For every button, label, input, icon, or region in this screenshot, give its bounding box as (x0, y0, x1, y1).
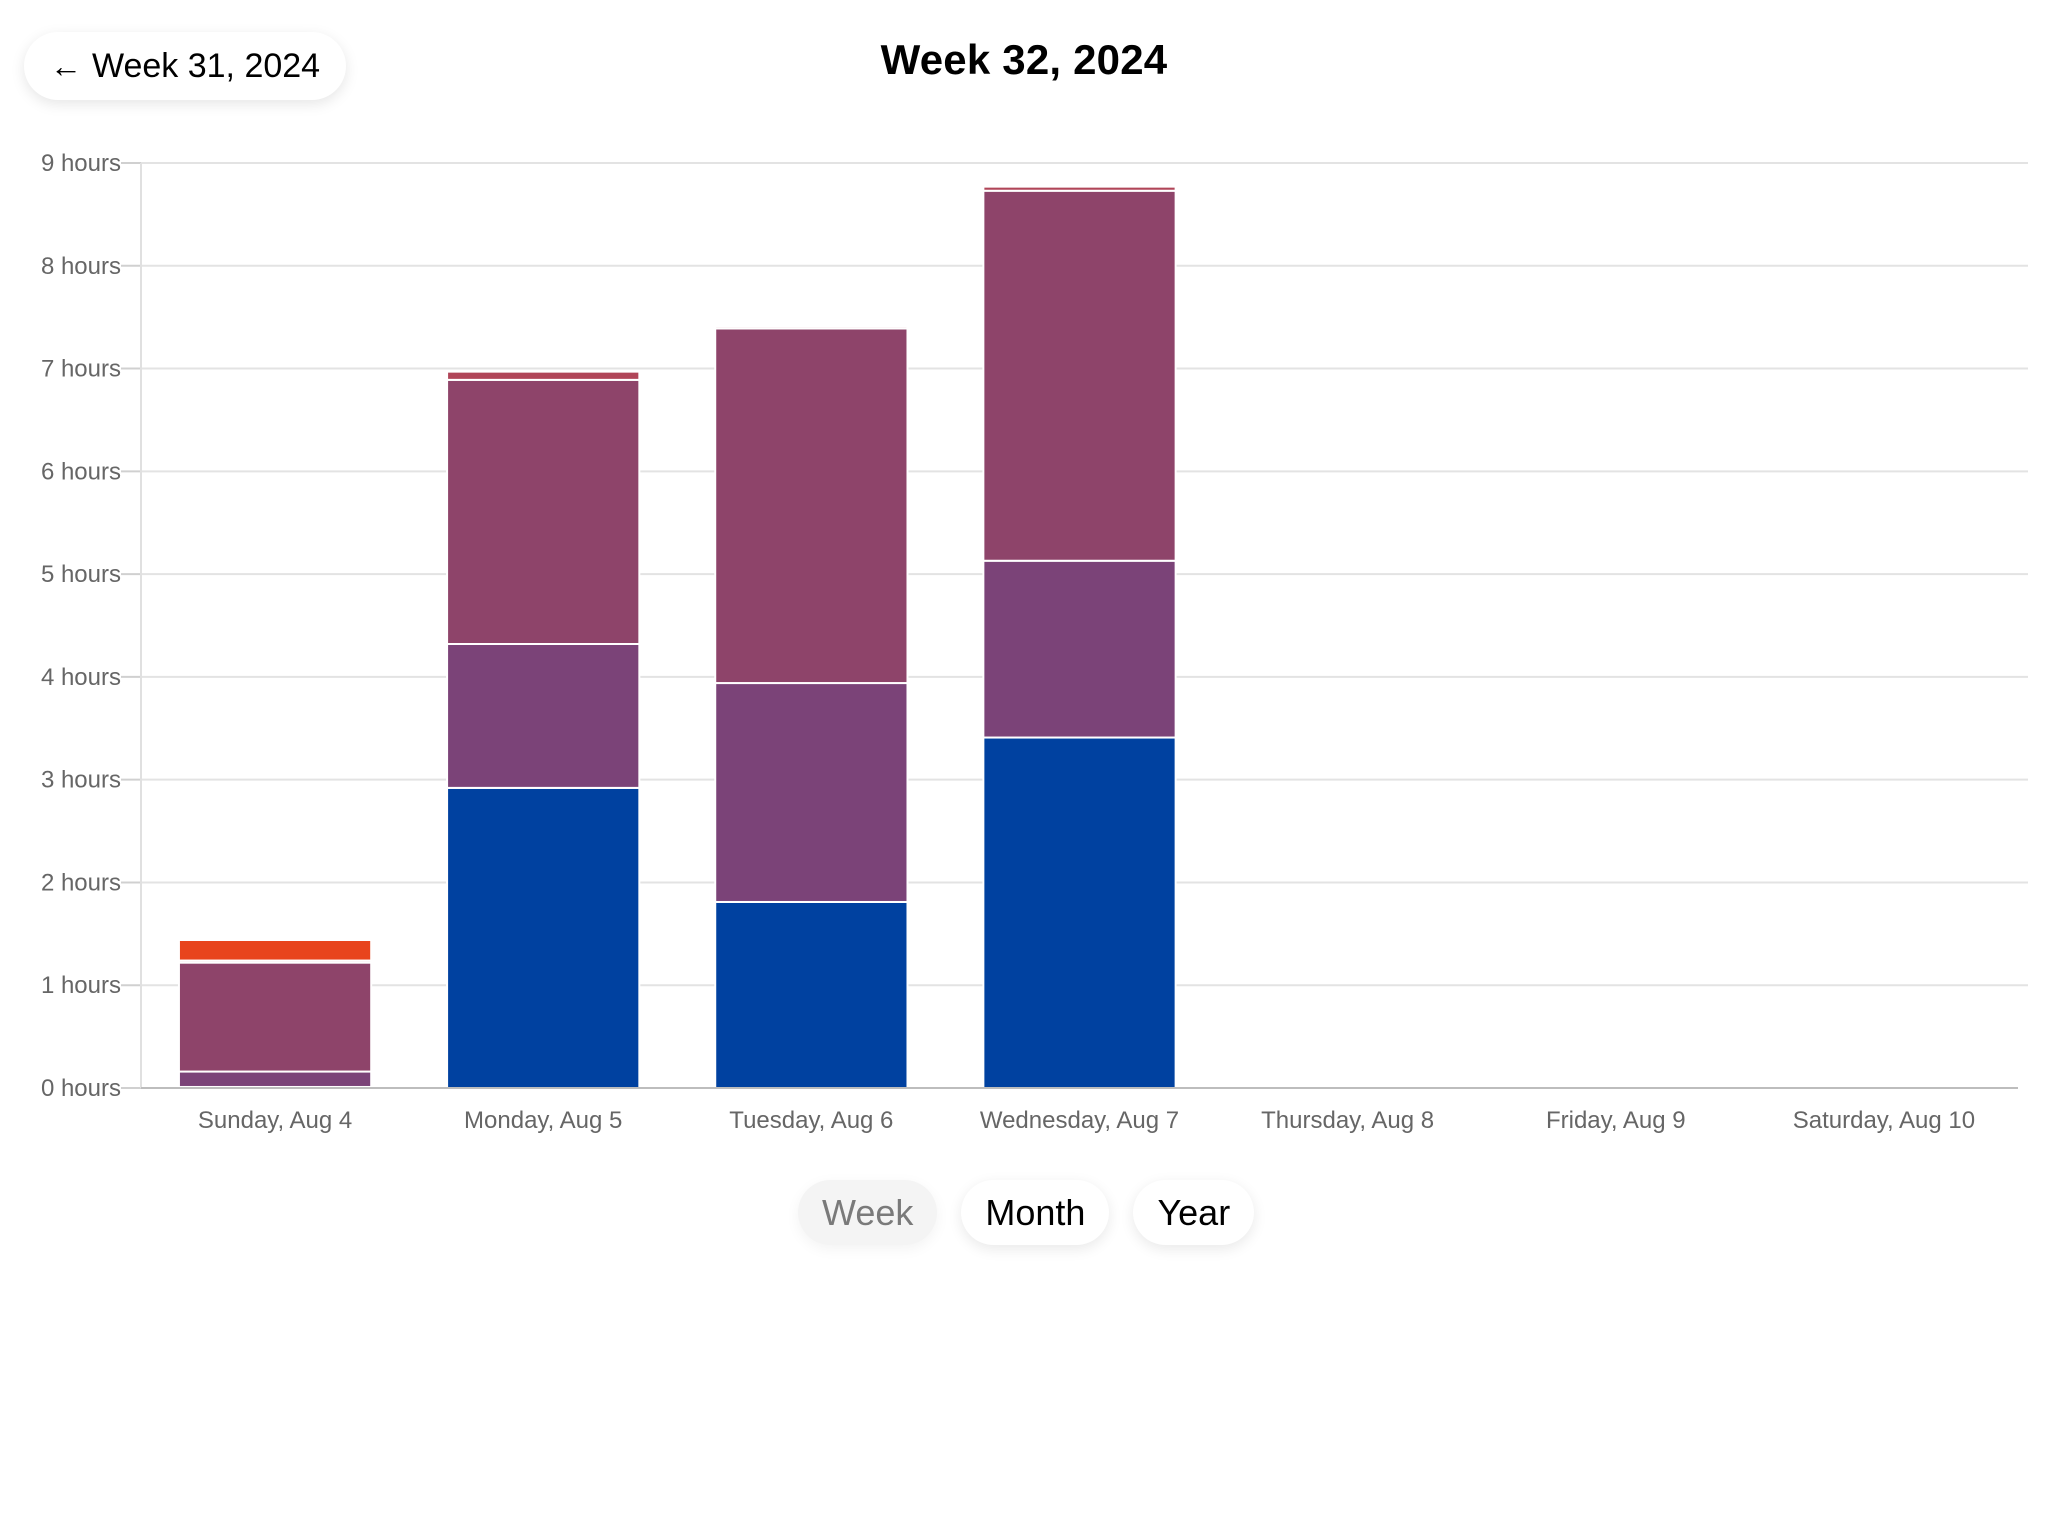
bar-segment-series-5[interactable] (177, 939, 373, 962)
y-tick-label: 3 hours (41, 767, 121, 794)
bar-segment-series-3[interactable] (982, 189, 1177, 562)
x-tick-label: Sunday, Aug 4 (198, 1107, 352, 1134)
bars (177, 185, 1177, 1090)
x-tick-label: Wednesday, Aug 7 (980, 1107, 1179, 1134)
y-tick-label: 7 hours (41, 356, 121, 383)
y-tick-label: 9 hours (41, 150, 121, 177)
range-year-button[interactable]: Year (1133, 1180, 1255, 1245)
bar-stack[interactable] (177, 939, 373, 1089)
bar-segment-series-3[interactable] (446, 378, 641, 645)
bar-segment-series-3[interactable] (714, 327, 909, 685)
x-tick-label: Saturday, Aug 10 (1793, 1107, 1975, 1134)
bar-segment-series-1[interactable] (714, 900, 909, 1089)
x-tick-label: Thursday, Aug 8 (1261, 1107, 1434, 1134)
y-tick-label: 2 hours (41, 869, 121, 896)
y-tick-label: 8 hours (41, 253, 121, 280)
y-axis-tick-labels: 0 hours 1 hours 2 hours 3 hours 4 hours 5 hou… (41, 150, 121, 1102)
bar-segment-series-4[interactable] (714, 325, 909, 330)
x-axis-tick-labels: Sunday, Aug 4 Monday, Aug 5 Tuesday, Aug 6… (198, 1107, 1975, 1134)
x-tick-label: Friday, Aug 9 (1546, 1107, 1686, 1134)
bar-segment-series-2[interactable] (714, 682, 909, 903)
bar-stack[interactable] (982, 185, 1177, 1089)
stacked-bar-chart: 0 hours 1 hours 2 hours 3 hours 4 hours 5 hou… (41, 150, 2028, 1134)
bar-segment-series-2[interactable] (177, 1070, 373, 1088)
range-week-button[interactable]: Week (798, 1180, 938, 1245)
y-tick-label: 4 hours (41, 664, 121, 691)
y-tick-label: 1 hours (41, 972, 121, 999)
bar-segment-series-3[interactable] (177, 961, 373, 1073)
y-tick-label: 5 hours (41, 561, 121, 588)
bar-segment-series-2[interactable] (982, 559, 1177, 739)
range-month-button[interactable]: Month (961, 1180, 1110, 1245)
bar-stack[interactable] (714, 325, 909, 1089)
bar-segment-series-4[interactable] (982, 185, 1177, 192)
bar-segment-series-1[interactable] (982, 736, 1177, 1089)
x-tick-label: Monday, Aug 5 (464, 1107, 622, 1134)
x-tick-label: Tuesday, Aug 6 (729, 1107, 893, 1134)
bar-stack[interactable] (446, 370, 641, 1090)
bar-segment-series-2[interactable] (446, 643, 641, 789)
bar-segment-series-1[interactable] (446, 786, 641, 1090)
bar-segment-series-4[interactable] (446, 370, 641, 381)
y-tick-label: 0 hours (41, 1075, 121, 1102)
range-switch: Week Month Year (798, 1180, 1255, 1245)
y-tick-label: 6 hours (41, 458, 121, 485)
